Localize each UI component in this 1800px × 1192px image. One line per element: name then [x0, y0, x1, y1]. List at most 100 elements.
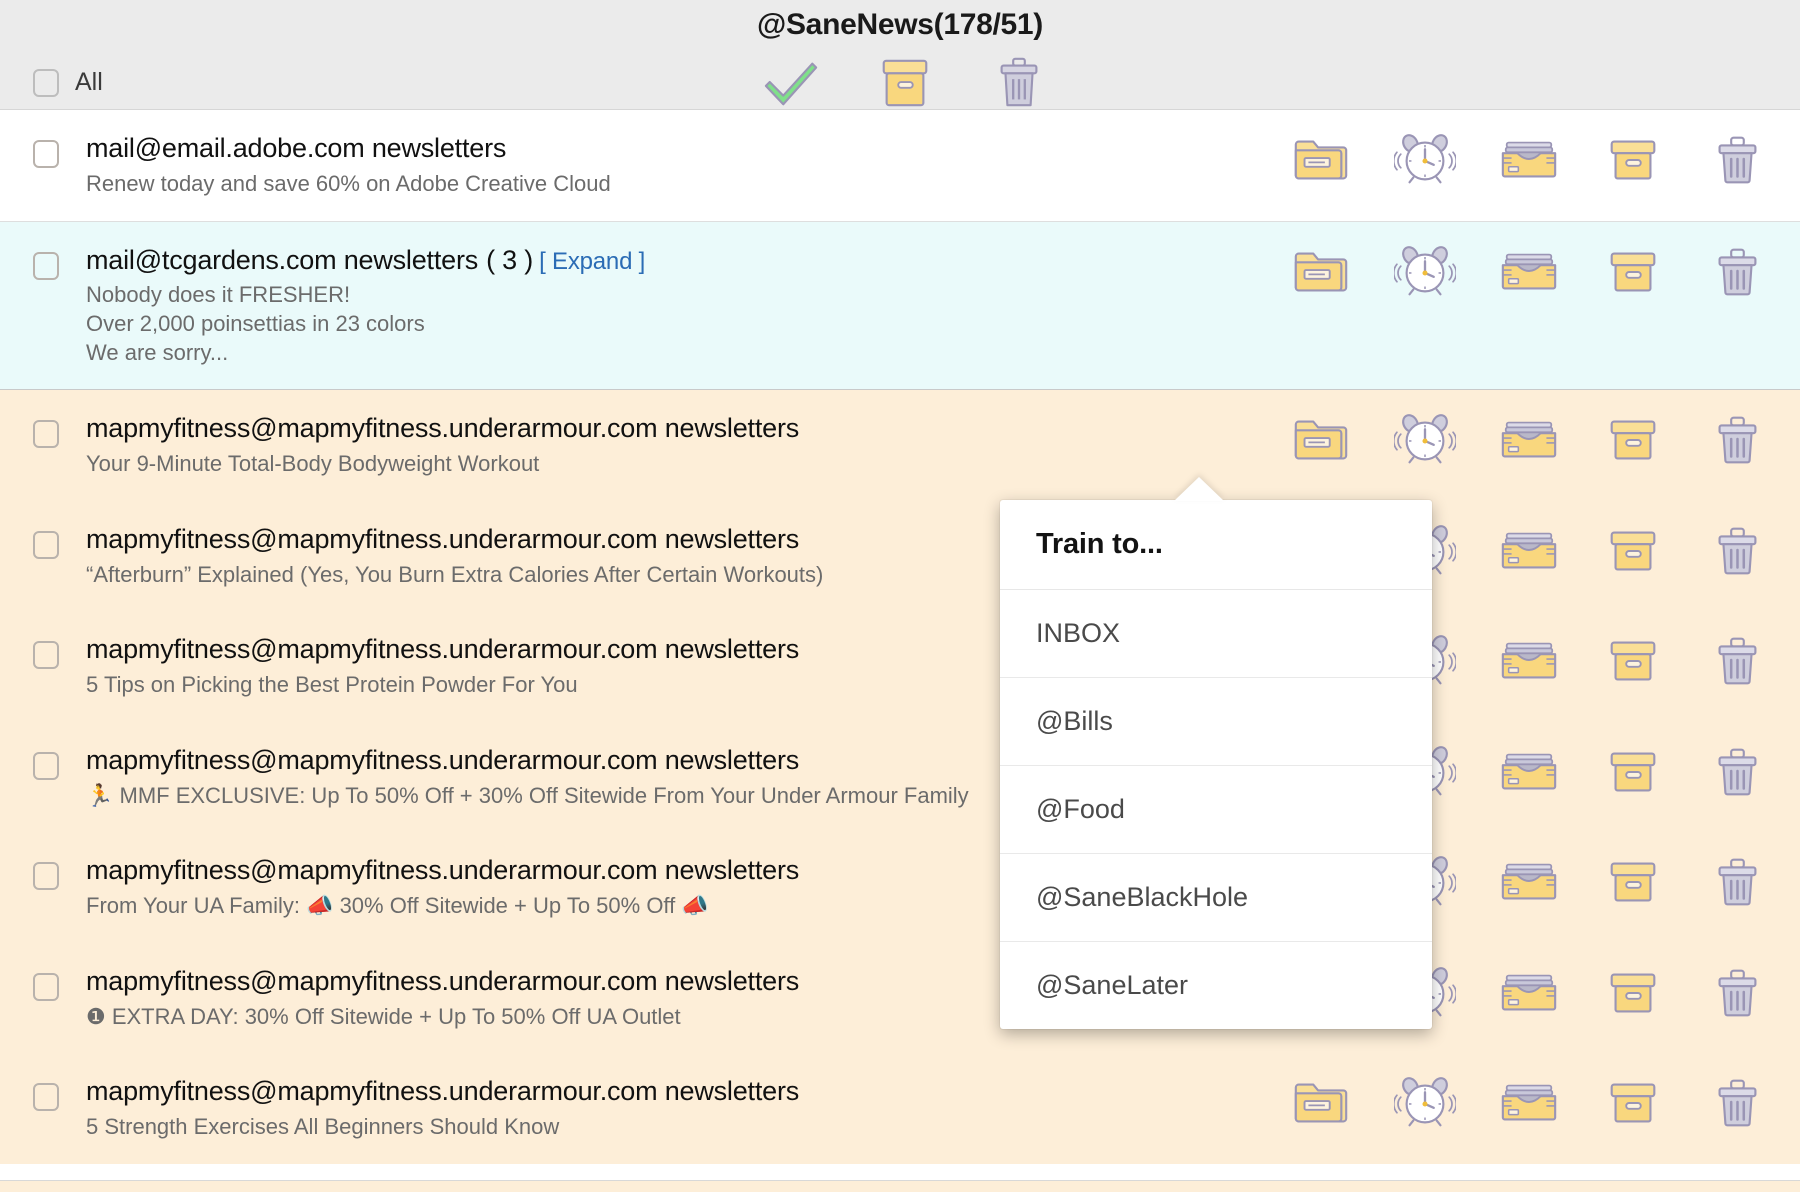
email-row[interactable]: mapmyfitness@mapmyfitness.underarmour.co…: [0, 832, 1800, 943]
email-row[interactable]: mail@email.adobe.com newsletters Renew to…: [0, 110, 1800, 222]
trash-icon[interactable]: [1706, 412, 1768, 468]
archive-box-icon[interactable]: [1602, 965, 1664, 1021]
email-row[interactable]: mapmyfitness@mapmyfitness.underarmour.co…: [0, 1053, 1800, 1164]
trash-icon[interactable]: [1706, 523, 1768, 579]
email-row[interactable]: mapmyfitness@mapmyfitness.underarmour.co…: [0, 390, 1800, 501]
email-row-body: mapmyfitness@mapmyfitness.underarmour.co…: [86, 1075, 799, 1142]
email-row-checkbox[interactable]: [33, 862, 59, 890]
email-row-body: mapmyfitness@mapmyfitness.underarmour.co…: [86, 633, 799, 700]
email-preview: Renew today and save 60% on Adobe Creati…: [86, 170, 611, 199]
email-preview: 🏃 MMF EXCLUSIVE: Up To 50% Off + 30% Off…: [86, 782, 969, 811]
email-row[interactable]: mapmyfitness@mapmyfitness.underarmour.co…: [0, 722, 1800, 833]
email-row-checkbox[interactable]: [33, 973, 59, 1001]
popup-item-inbox[interactable]: INBOX: [1000, 590, 1432, 678]
email-preview-line: ❶ EXTRA DAY: 30% Off Sitewide + Up To 50…: [86, 1003, 799, 1032]
alarm-clock-icon[interactable]: [1394, 412, 1456, 468]
email-row[interactable]: mapmyfitness@mapmyfitness.underarmour.co…: [0, 611, 1800, 722]
archive-box-icon[interactable]: [1602, 854, 1664, 910]
email-preview-line: Renew today and save 60% on Adobe Creati…: [86, 170, 611, 199]
popup-item-sanelater[interactable]: @SaneLater: [1000, 942, 1432, 1029]
email-row-body: mapmyfitness@mapmyfitness.underarmour.co…: [86, 412, 799, 479]
inbox-tray-icon[interactable]: [1498, 1075, 1560, 1131]
email-preview-line: From Your UA Family: 📣 30% Off Sitewide …: [86, 892, 799, 921]
email-preview-line: We are sorry...: [86, 339, 645, 368]
folder-icon[interactable]: [1290, 132, 1352, 188]
email-row-checkbox[interactable]: [33, 140, 59, 168]
folder-icon[interactable]: [1290, 244, 1352, 300]
email-row-checkbox[interactable]: [33, 641, 59, 669]
inbox-tray-icon[interactable]: [1498, 633, 1560, 689]
archive-box-icon[interactable]: [1602, 744, 1664, 800]
trash-icon[interactable]: [1706, 744, 1768, 800]
alarm-clock-icon[interactable]: [1394, 244, 1456, 300]
select-all-control[interactable]: All: [33, 68, 103, 97]
email-sender: mapmyfitness@mapmyfitness.underarmour.co…: [86, 523, 823, 556]
email-sender: mapmyfitness@mapmyfitness.underarmour.co…: [86, 965, 799, 998]
trash-icon[interactable]: [1706, 965, 1768, 1021]
email-sender: mapmyfitness@mapmyfitness.underarmour.co…: [86, 1075, 799, 1108]
inbox-tray-icon[interactable]: [1498, 965, 1560, 1021]
email-row-body: mapmyfitness@mapmyfitness.underarmour.co…: [86, 523, 823, 590]
email-row[interactable]: mail@tcgardens.com newsletters( 3 )[ Exp…: [0, 222, 1800, 391]
email-preview-line: 5 Tips on Picking the Best Protein Powde…: [86, 671, 799, 700]
email-preview: “Afterburn” Explained (Yes, You Burn Ext…: [86, 561, 823, 590]
popup-item-list: INBOX@Bills@Food@SaneBlackHole@SaneLater: [1000, 590, 1432, 1029]
popup-arrow: [1174, 477, 1224, 501]
email-preview: ❶ EXTRA DAY: 30% Off Sitewide + Up To 50…: [86, 1003, 799, 1032]
email-row-actions: [1290, 132, 1768, 188]
email-preview: Nobody does it FRESHER!Over 2,000 poinse…: [86, 281, 645, 367]
archive-box-icon[interactable]: [1602, 523, 1664, 579]
inbox-tray-icon[interactable]: [1498, 523, 1560, 579]
bottom-strip: [0, 1180, 1800, 1192]
inbox-tray-icon[interactable]: [1498, 412, 1560, 468]
popup-title: Train to...: [1000, 500, 1432, 590]
archive-box-icon[interactable]: [1602, 633, 1664, 689]
email-sender: mail@email.adobe.com newsletters: [86, 132, 611, 165]
check-icon[interactable]: [760, 54, 822, 112]
email-sender: mapmyfitness@mapmyfitness.underarmour.co…: [86, 744, 969, 777]
trash-icon[interactable]: [1706, 1075, 1768, 1131]
email-row-checkbox[interactable]: [33, 252, 59, 280]
page-title: @SaneNews(178/51): [0, 8, 1800, 42]
trash-icon[interactable]: [988, 54, 1050, 112]
email-preview-line: Your 9-Minute Total-Body Bodyweight Work…: [86, 450, 799, 479]
expand-thread-link[interactable]: [ Expand ]: [539, 248, 645, 275]
trash-icon[interactable]: [1706, 633, 1768, 689]
alarm-clock-icon[interactable]: [1394, 1075, 1456, 1131]
email-row-checkbox[interactable]: [33, 531, 59, 559]
list-header: @SaneNews(178/51) All: [0, 0, 1800, 110]
popup-item-food[interactable]: @Food: [1000, 766, 1432, 854]
archive-box-icon[interactable]: [1602, 412, 1664, 468]
folder-icon[interactable]: [1290, 412, 1352, 468]
inbox-tray-icon[interactable]: [1498, 854, 1560, 910]
archive-box-icon[interactable]: [1602, 244, 1664, 300]
inbox-tray-icon[interactable]: [1498, 244, 1560, 300]
email-row-actions: [1290, 412, 1768, 468]
archive-box-icon[interactable]: [1602, 132, 1664, 188]
trash-icon[interactable]: [1706, 854, 1768, 910]
popup-item-saneblackhole[interactable]: @SaneBlackHole: [1000, 854, 1432, 942]
trash-icon[interactable]: [1706, 244, 1768, 300]
email-sender: mapmyfitness@mapmyfitness.underarmour.co…: [86, 412, 799, 445]
inbox-tray-icon[interactable]: [1498, 132, 1560, 188]
email-preview: Your 9-Minute Total-Body Bodyweight Work…: [86, 450, 799, 479]
email-row-checkbox[interactable]: [33, 752, 59, 780]
email-sender: mail@tcgardens.com newsletters( 3 )[ Exp…: [86, 244, 645, 277]
email-row-body: mapmyfitness@mapmyfitness.underarmour.co…: [86, 965, 799, 1032]
email-row[interactable]: mapmyfitness@mapmyfitness.underarmour.co…: [0, 501, 1800, 612]
archive-box-icon[interactable]: [1602, 1075, 1664, 1131]
popup-item-bills[interactable]: @Bills: [1000, 678, 1432, 766]
inbox-tray-icon[interactable]: [1498, 744, 1560, 800]
trash-icon[interactable]: [1706, 132, 1768, 188]
email-row-actions: [1290, 1075, 1768, 1131]
email-preview-line: “Afterburn” Explained (Yes, You Burn Ext…: [86, 561, 823, 590]
archive-box-icon[interactable]: [874, 54, 936, 112]
email-row-checkbox[interactable]: [33, 420, 59, 448]
email-preview-line: Over 2,000 poinsettias in 23 colors: [86, 310, 645, 339]
select-all-checkbox[interactable]: [33, 69, 59, 97]
folder-icon[interactable]: [1290, 1075, 1352, 1131]
email-sender: mapmyfitness@mapmyfitness.underarmour.co…: [86, 633, 799, 666]
email-row-checkbox[interactable]: [33, 1083, 59, 1111]
alarm-clock-icon[interactable]: [1394, 132, 1456, 188]
email-row[interactable]: mapmyfitness@mapmyfitness.underarmour.co…: [0, 943, 1800, 1054]
